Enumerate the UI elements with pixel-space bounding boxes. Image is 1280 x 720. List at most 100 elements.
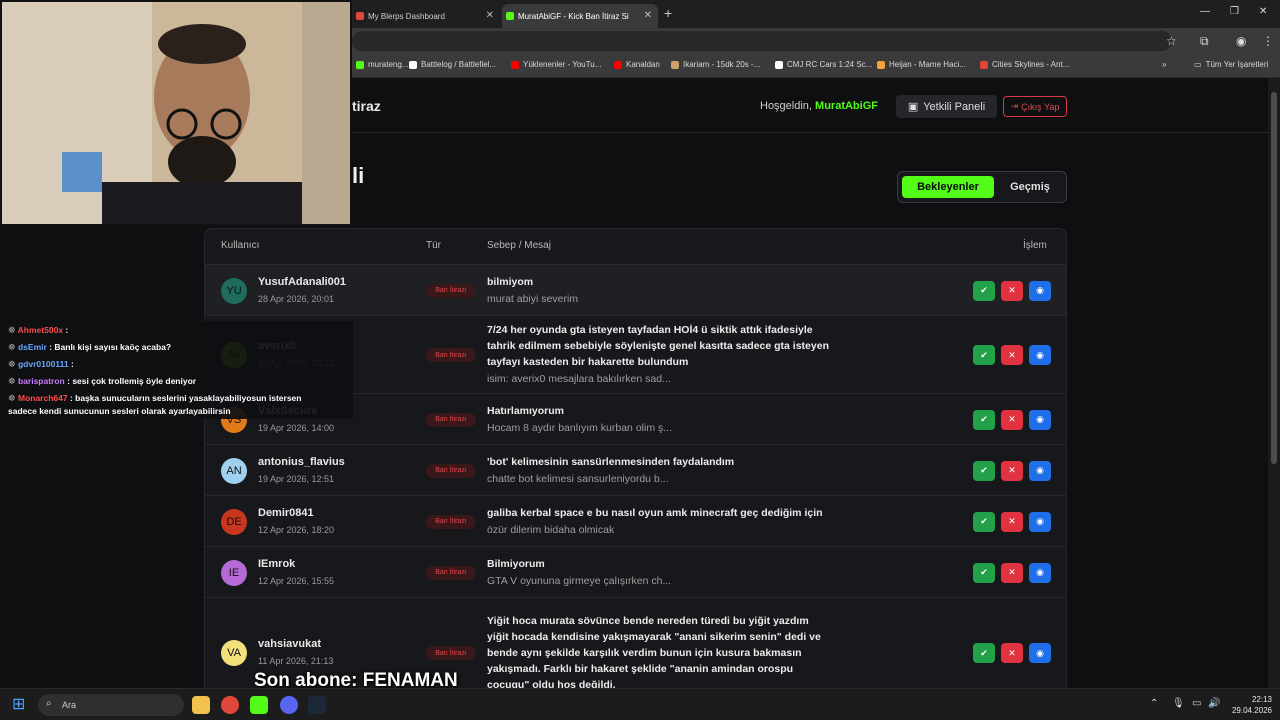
- appeal-username[interactable]: Demir0841: [258, 507, 314, 519]
- avatar: AN: [221, 457, 247, 484]
- type-badge: Ban İtirazı: [426, 646, 476, 660]
- bookmark-item[interactable]: murateng...: [356, 60, 408, 69]
- admin-panel-button[interactable]: ▣ Yetkili Paneli: [896, 95, 997, 118]
- appeal-reason-line: bilmiyom: [487, 275, 534, 288]
- bookmark-item[interactable]: Cities Skylines - Ant...: [980, 60, 1069, 69]
- new-tab-button[interactable]: +: [664, 5, 672, 21]
- appeal-reason-line: tahrik edilmem sebebiyle söylenişte gene…: [487, 340, 829, 352]
- bookmark-favicon-icon: [980, 60, 988, 69]
- appeal-username[interactable]: vahsiavukat: [258, 638, 321, 650]
- chat-username[interactable]: Monarch647: [18, 393, 68, 403]
- close-icon: ✕: [1008, 647, 1016, 658]
- network-icon[interactable]: ▭: [1192, 698, 1201, 709]
- reject-button[interactable]: ✕: [1001, 460, 1023, 481]
- appeal-reason-line: 7/24 her oyunda gta isteyen tayfadan HOİ…: [487, 324, 813, 336]
- chat-message: ☸ Ahmet500x :: [8, 325, 68, 336]
- eye-icon: ◉: [1036, 567, 1044, 577]
- chat-username[interactable]: gdvr0100111: [18, 359, 69, 369]
- more-bookmarks-icon[interactable]: »: [1162, 60, 1166, 69]
- tray-chevron-icon[interactable]: ⌃: [1150, 698, 1158, 709]
- chat-username[interactable]: barispatron: [18, 376, 65, 386]
- maximize-icon[interactable]: ❐: [1230, 6, 1239, 17]
- appeal-username[interactable]: IEmrok: [258, 558, 295, 570]
- star-icon[interactable]: ☆: [1166, 34, 1177, 48]
- reject-button[interactable]: ✕: [1001, 511, 1023, 532]
- approve-button[interactable]: ✔: [973, 460, 995, 481]
- view-button[interactable]: ◉: [1029, 409, 1051, 430]
- appeal-reason-line: bende aynı şekilde karşılık verdim bunun…: [487, 647, 802, 659]
- volume-icon[interactable]: 🔊: [1208, 698, 1220, 709]
- approve-button[interactable]: ✔: [973, 345, 995, 365]
- reject-button[interactable]: ✕: [1001, 562, 1023, 583]
- microphone-icon[interactable]: 🎙: [1172, 698, 1185, 709]
- reject-button[interactable]: ✕: [1001, 280, 1023, 301]
- appeal-date: 28 Apr 2026, 20:01: [258, 293, 335, 304]
- column-reason: Sebep / Mesaj: [487, 240, 551, 251]
- tab-close-icon[interactable]: ✕: [644, 10, 652, 21]
- chat-badge-icon: ☸: [8, 359, 18, 369]
- chat-username[interactable]: Ahmet500x: [18, 325, 63, 335]
- view-button[interactable]: ◉: [1029, 280, 1051, 301]
- bookmark-item[interactable]: Heijan - Mame Haci...: [877, 60, 966, 69]
- logout-button[interactable]: ⇥ Çıkış Yap: [1003, 96, 1067, 117]
- bookmark-item[interactable]: Kanaldan: [614, 60, 660, 69]
- all-bookmarks-folder[interactable]: ▭ Tüm Yer İşaretleri: [1194, 60, 1268, 69]
- bookmark-item[interactable]: Ikariam - 15dk 20s -...: [671, 60, 760, 69]
- profile-icon[interactable]: ◉: [1236, 34, 1246, 48]
- bookmark-item[interactable]: Battlelog / Battlefiel...: [409, 60, 496, 69]
- chat-badge-icon: ☸: [8, 325, 18, 335]
- site-brand[interactable]: tiraz: [352, 98, 381, 114]
- bookmark-label: Kanaldan: [626, 60, 660, 69]
- page-title: li: [352, 163, 365, 188]
- reject-button[interactable]: ✕: [1001, 345, 1023, 365]
- appeal-username[interactable]: antonius_flavius: [258, 456, 345, 468]
- window-close-icon[interactable]: ✕: [1259, 6, 1267, 17]
- chrome-icon[interactable]: [221, 696, 239, 714]
- steam-icon[interactable]: [308, 696, 326, 714]
- approve-button[interactable]: ✔: [973, 643, 995, 663]
- approve-button[interactable]: ✔: [973, 280, 995, 301]
- bookmark-favicon-icon: [511, 60, 519, 69]
- approve-button[interactable]: ✔: [973, 511, 995, 532]
- reject-button[interactable]: ✕: [1001, 409, 1023, 430]
- page-scrollbar[interactable]: [1268, 78, 1280, 688]
- welcome-prefix: Hoşgeldin,: [760, 100, 812, 112]
- view-button[interactable]: ◉: [1029, 562, 1051, 583]
- view-button[interactable]: ◉: [1029, 511, 1051, 532]
- extensions-icon[interactable]: ⧉: [1200, 34, 1209, 49]
- bookmark-favicon-icon: [614, 60, 622, 69]
- minimize-icon[interactable]: —: [1200, 6, 1210, 17]
- chat-text: : sesi çok trollemiş öyle deniyor: [67, 376, 197, 386]
- appeal-date: 12 Apr 2026, 18:20: [258, 524, 335, 535]
- tab-kick-ban-itiraz[interactable]: MuratAbiGF - Kick Ban İtiraz Si ✕: [502, 4, 658, 28]
- kick-app-icon[interactable]: [250, 696, 268, 714]
- tab-blerps-dashboard[interactable]: My Blerps Dashboard ✕: [352, 4, 500, 28]
- view-button[interactable]: ◉: [1029, 643, 1051, 663]
- reject-button[interactable]: ✕: [1001, 643, 1023, 663]
- tab-history[interactable]: Geçmiş: [998, 176, 1062, 198]
- windows-start-icon[interactable]: ⊞: [12, 694, 30, 713]
- bookmark-favicon-icon: [671, 60, 679, 69]
- discord-icon[interactable]: [280, 696, 298, 714]
- clock-date: 29.04.2026: [1231, 706, 1272, 715]
- appeal-username[interactable]: YusufAdanali001: [258, 276, 346, 288]
- url-input[interactable]: [352, 31, 1172, 51]
- scrollbar-thumb[interactable]: [1271, 92, 1277, 464]
- eye-icon: ◉: [1036, 414, 1044, 424]
- bookmark-item[interactable]: CMJ RC Cars 1:24 Sc...: [775, 60, 872, 69]
- type-badge: Ban İtirazı: [426, 463, 476, 478]
- appeal-reason-line: galiba kerbal space e bu nasıl oyun amk …: [487, 506, 823, 519]
- appeal-reason-line: cocugu" oldu hoş değildi.: [487, 679, 616, 688]
- chat-username[interactable]: dsEmir: [18, 342, 47, 352]
- view-button[interactable]: ◉: [1029, 460, 1051, 481]
- approve-button[interactable]: ✔: [973, 409, 995, 430]
- approve-button[interactable]: ✔: [973, 562, 995, 583]
- system-clock[interactable]: 22:13 29.04.2026: [1228, 694, 1272, 716]
- file-explorer-icon[interactable]: [192, 696, 210, 714]
- view-button[interactable]: ◉: [1029, 345, 1051, 365]
- tab-pending[interactable]: Bekleyenler: [902, 176, 994, 198]
- bookmark-item[interactable]: Yüklenenler - YouTu...: [511, 60, 601, 69]
- taskbar-search-input[interactable]: ⌕ Ara: [38, 694, 184, 716]
- tab-close-icon[interactable]: ✕: [486, 10, 494, 21]
- menu-icon[interactable]: ⋮: [1262, 34, 1274, 48]
